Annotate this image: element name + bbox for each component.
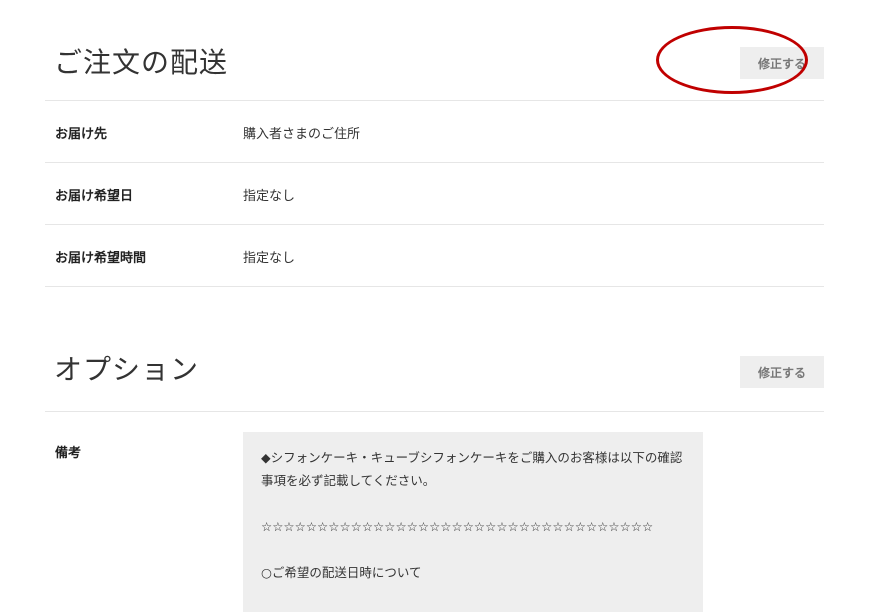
- delivery-header: ご注文の配送 修正する: [45, 0, 824, 100]
- delivery-address-value: 購入者さまのご住所: [243, 127, 361, 142]
- options-section: オプション 修正する 備考 ◆シフォンケーキ・キューブシフォンケーキをご購入のお…: [45, 330, 824, 612]
- delivery-title: ご注文の配送: [54, 46, 229, 79]
- delivery-time-label: お届け希望時間: [55, 251, 147, 266]
- notes-blank-line: [261, 538, 685, 561]
- notes-line-delivery-heading: ○ご希望の配送日時について: [261, 565, 422, 580]
- notes-box: ◆シフォンケーキ・キューブシフォンケーキをご購入のお客様は以下の確認事項を必ず記…: [243, 432, 703, 612]
- delivery-date-label: お届け希望日: [55, 189, 134, 204]
- notes-label: 備考: [55, 446, 82, 461]
- notes-blank-line: [261, 492, 685, 515]
- delivery-time-value: 指定なし: [243, 251, 296, 266]
- delivery-section: ご注文の配送 修正する お届け先 購入者さまのご住所 お届け希望日 指定なし お…: [45, 0, 824, 287]
- delivery-date-value: 指定なし: [243, 189, 296, 204]
- options-header: オプション 修正する: [45, 330, 824, 411]
- notes-line-stars: ☆☆☆☆☆☆☆☆☆☆☆☆☆☆☆☆☆☆☆☆☆☆☆☆☆☆☆☆☆☆☆☆☆☆☆: [261, 519, 654, 534]
- delivery-row-time: お届け希望時間 指定なし: [45, 225, 824, 287]
- options-title: オプション: [54, 353, 200, 386]
- delivery-row-address: お届け先 購入者さまのご住所: [45, 101, 824, 163]
- notes-line-instructions: ◆シフォンケーキ・キューブシフォンケーキをご購入のお客様は以下の確認事項を必ず記…: [261, 450, 683, 488]
- delivery-edit-button[interactable]: 修正する: [740, 47, 824, 79]
- notes-row: 備考 ◆シフォンケーキ・キューブシフォンケーキをご購入のお客様は以下の確認事項を…: [45, 412, 824, 612]
- options-edit-button[interactable]: 修正する: [740, 356, 824, 388]
- delivery-address-label: お届け先: [55, 127, 108, 142]
- delivery-row-date: お届け希望日 指定なし: [45, 163, 824, 225]
